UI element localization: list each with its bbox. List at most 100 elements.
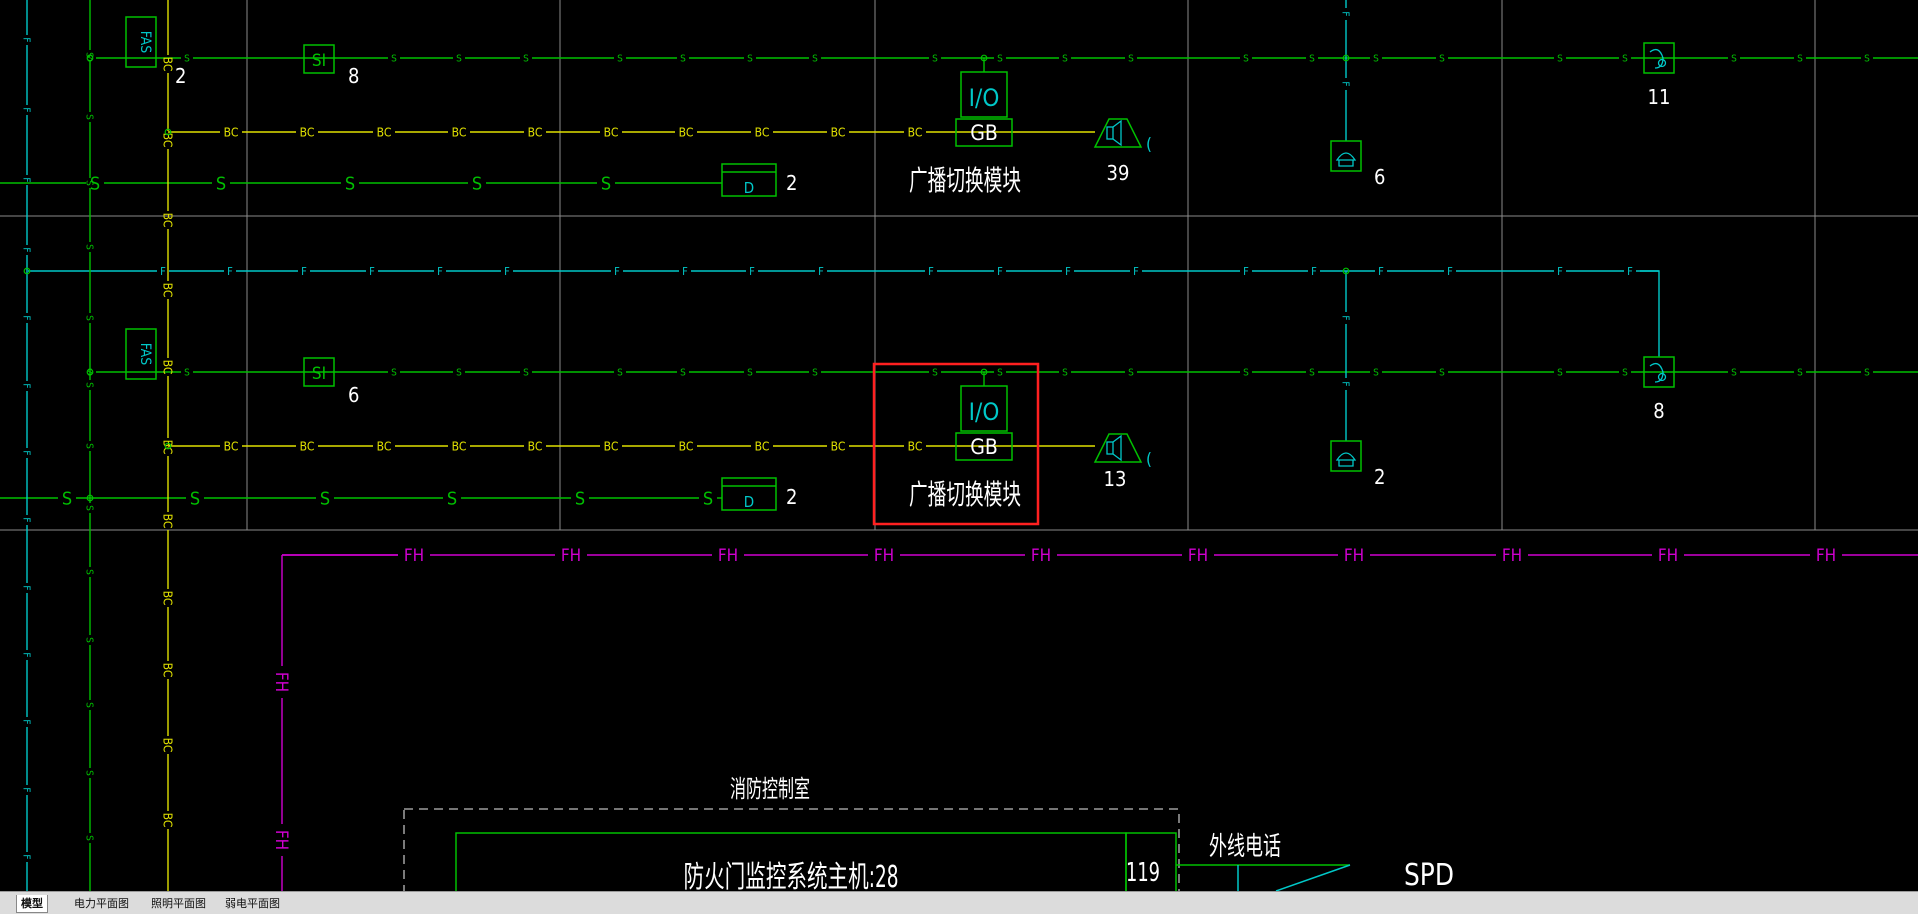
wire-label: S	[456, 54, 462, 65]
wire-label: F	[20, 37, 31, 42]
wire-label: BC	[161, 591, 175, 606]
io-module-2[interactable]: I/O	[960, 385, 1008, 432]
wire-label: S	[1128, 54, 1134, 65]
phone-count: 2	[1374, 465, 1385, 489]
tab-lighting-plan[interactable]: 照明平面图	[147, 895, 210, 912]
phone-2[interactable]	[1330, 440, 1362, 472]
wire-label: S	[216, 173, 226, 194]
wire-label: S	[1622, 368, 1628, 379]
fire-drop	[1640, 270, 1660, 357]
fas-count-label: 2	[175, 64, 186, 88]
wire-label: F	[614, 265, 620, 278]
tab-model[interactable]: 模型	[16, 895, 48, 913]
wire-label: FH	[271, 672, 291, 692]
wire-label: F	[20, 177, 31, 182]
wire-label: S	[83, 382, 94, 388]
wire-label: S	[1864, 368, 1870, 379]
wire-label: F	[504, 265, 510, 278]
io-module-1[interactable]: I/O	[960, 71, 1008, 118]
wire-label: S	[1731, 368, 1737, 379]
wire-label: S	[1622, 54, 1628, 65]
wire-label: FH	[1502, 546, 1522, 566]
wire-label: S	[747, 368, 753, 379]
wire-label: F	[20, 719, 31, 724]
wire-label: S	[345, 173, 355, 194]
spd-label: SPD	[1404, 858, 1454, 891]
wire-label: S	[1439, 368, 1445, 379]
wire-label: F	[20, 450, 31, 455]
wire-label: BC	[161, 663, 175, 678]
wire-label: BC	[452, 125, 467, 139]
wire-label: BC	[161, 813, 175, 828]
emergency-number: 119	[1126, 858, 1160, 888]
wire-label: S	[391, 54, 397, 65]
wire-label: BC	[679, 125, 694, 139]
d-device-1[interactable]: D	[721, 163, 777, 197]
wire-label: S	[1797, 54, 1803, 65]
wire-label: S	[997, 368, 1003, 379]
wire-label: S	[83, 770, 94, 776]
wire-label: S	[83, 569, 94, 575]
wire-label: S	[184, 54, 190, 65]
fire-wire-phone-2: FF	[1339, 271, 1350, 441]
wire-label: F	[20, 383, 31, 388]
wire-label: BC	[161, 738, 175, 753]
wire-label: S	[83, 835, 94, 841]
layout-tab-bar: 模型 电力平面图 照明平面图 弱电平面图	[0, 891, 1918, 914]
wire-label: BC	[161, 57, 175, 72]
d-device-2[interactable]: D	[721, 477, 777, 511]
wire-label: FH	[1188, 546, 1208, 566]
wire-label: S	[83, 244, 94, 250]
wire-label: BC	[679, 439, 694, 453]
wire-label: S	[1557, 54, 1563, 65]
wire-label: S	[575, 488, 585, 509]
wire-label: BC	[161, 514, 175, 529]
wire-label: S	[812, 368, 818, 379]
wire-label: S	[1439, 54, 1445, 65]
wire-label: S	[83, 180, 94, 186]
wire-label: S	[1309, 54, 1315, 65]
wire-label: BC	[908, 439, 923, 453]
fas-panel-1[interactable]: FAS	[125, 16, 157, 68]
wire-label: S	[184, 368, 190, 379]
wire-label: F	[997, 265, 1003, 278]
speaker-1[interactable]	[1093, 118, 1143, 148]
wire-label: BC	[161, 360, 175, 375]
io-label: I/O	[969, 84, 1000, 112]
wire-label: S	[1731, 54, 1737, 65]
si-count: 6	[348, 383, 359, 407]
wire-label: F	[928, 265, 934, 278]
wiring-layer: S S S S S S S S S S S S S S S S S S S S S S BC BC BC BC BC BC BC BC BC…	[0, 0, 1918, 891]
signal-wire-row-2b: SSSSSS	[0, 488, 722, 509]
gb-label: GB	[970, 435, 998, 459]
broadcast-switch-module-label: 广播切换模块	[909, 164, 1021, 197]
wire-label: S	[932, 368, 938, 379]
wire-label: BC	[161, 283, 175, 298]
wire-label: S	[1373, 54, 1379, 65]
speaker-2[interactable]	[1093, 433, 1143, 463]
wire-label: BC	[908, 125, 923, 139]
d-label: D	[744, 493, 754, 511]
wire-label: BC	[452, 439, 467, 453]
wire-label: F	[1065, 265, 1071, 278]
wire-label: F	[682, 265, 688, 278]
si-module-1[interactable]: SI	[303, 44, 335, 74]
cad-drawing[interactable]: S S S S S S S S S S S S S S S S S S S S S S BC BC BC BC BC BC BC BC BC…	[0, 0, 1918, 891]
tab-low-voltage-plan[interactable]: 弱电平面图	[221, 895, 284, 912]
wire-label: F	[227, 265, 233, 278]
wire-label: F	[1339, 381, 1350, 386]
fire-wire: FFFFFFFFFFFFFFFFFFFF	[28, 265, 1659, 278]
tab-power-plan[interactable]: 电力平面图	[70, 895, 133, 912]
wire-label: F	[1133, 265, 1139, 278]
wire-label: S	[83, 505, 94, 511]
phone-1[interactable]	[1330, 140, 1362, 172]
wire-label: S	[83, 637, 94, 643]
wire-label: S	[680, 368, 686, 379]
wire-label: BC	[831, 439, 846, 453]
wire-label: S	[456, 368, 462, 379]
wire-label: S	[1373, 368, 1379, 379]
wire-label: BC	[224, 439, 239, 453]
wire-label: F	[818, 265, 824, 278]
cyan-device-count: 11	[1648, 85, 1671, 109]
wire-label: BC	[604, 439, 619, 453]
